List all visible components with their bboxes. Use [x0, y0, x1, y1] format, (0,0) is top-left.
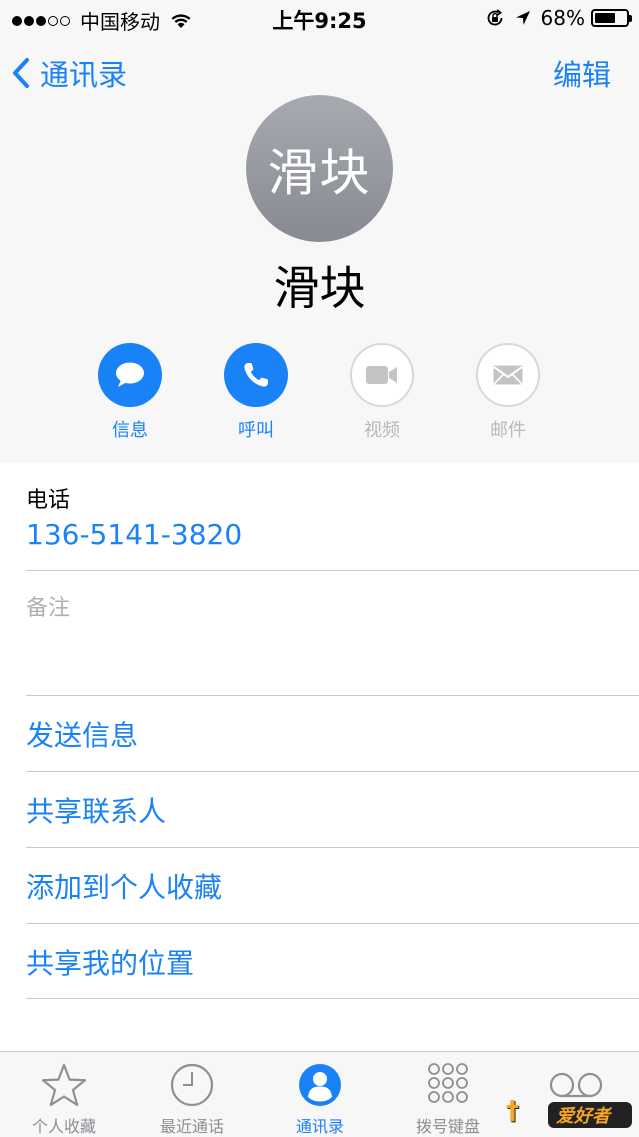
call-action-circle	[224, 343, 288, 407]
phone-number-link[interactable]: 136-5141-3820	[26, 518, 242, 551]
avatar: 滑块	[246, 95, 393, 242]
message-icon	[116, 362, 144, 387]
clock-icon	[128, 1062, 256, 1110]
divider	[26, 771, 639, 772]
video-action-label: 视频	[364, 420, 400, 441]
notes-field[interactable]: 备注	[26, 590, 70, 622]
divider	[26, 847, 639, 848]
watermark-text: 爱好者	[556, 1106, 610, 1127]
back-label: 通讯录	[40, 58, 128, 92]
tab-label: 通讯录	[295, 1117, 344, 1136]
tab-label: 个人收藏	[31, 1117, 96, 1136]
video-action-circle	[350, 343, 414, 407]
tab-contacts[interactable]: 通讯录	[256, 1052, 384, 1137]
video-action-button[interactable]: 视频	[337, 343, 427, 442]
call-action-button[interactable]: 呼叫	[211, 343, 301, 442]
status-bar: 中国移动 上午9:25 68%	[0, 0, 639, 36]
divider	[26, 998, 639, 999]
tab-label: 最近通话	[159, 1117, 224, 1136]
status-right: 68%	[485, 6, 632, 30]
send-message-item[interactable]: 发送信息	[26, 714, 138, 754]
share-contact-item[interactable]: 共享联系人	[26, 790, 166, 830]
location-arrow-icon	[515, 11, 530, 25]
contact-name: 滑块	[273, 261, 366, 315]
call-action-label: 呼叫	[238, 420, 274, 441]
tab-keypad[interactable]: 拨号键盘	[384, 1052, 512, 1137]
message-action-label: 信息	[112, 420, 148, 441]
orientation-lock-icon	[487, 9, 502, 26]
contacts-icon	[256, 1062, 384, 1110]
phone-icon	[244, 363, 268, 387]
battery-icon	[591, 9, 632, 27]
edit-button[interactable]: 编辑	[553, 52, 611, 94]
watermark-logo: † 爱好者	[506, 1094, 632, 1134]
mail-action-label: 邮件	[490, 420, 526, 441]
share-location-item[interactable]: 共享我的位置	[26, 942, 194, 982]
tab-recents[interactable]: 最近通话	[128, 1052, 256, 1137]
mail-action-circle	[476, 343, 540, 407]
watermark-mark: †	[506, 1096, 519, 1126]
divider	[26, 923, 639, 924]
divider	[26, 570, 639, 571]
message-action-circle	[98, 343, 162, 407]
mail-icon	[493, 365, 523, 385]
video-icon	[366, 366, 397, 384]
divider	[26, 695, 639, 696]
keypad-icon	[384, 1062, 512, 1110]
star-icon	[0, 1062, 128, 1110]
message-action-button[interactable]: 信息	[85, 343, 175, 442]
tab-favorites[interactable]: 个人收藏	[0, 1052, 128, 1137]
back-button[interactable]: 通讯录	[12, 52, 127, 94]
battery-level	[595, 13, 616, 23]
battery-percent: 68%	[540, 6, 585, 30]
phone-label: 电话	[26, 488, 71, 513]
add-to-favorites-item[interactable]: 添加到个人收藏	[26, 866, 222, 906]
mail-action-button[interactable]: 邮件	[463, 343, 553, 442]
tab-label: 拨号键盘	[415, 1117, 480, 1136]
chevron-left-icon	[13, 58, 29, 88]
